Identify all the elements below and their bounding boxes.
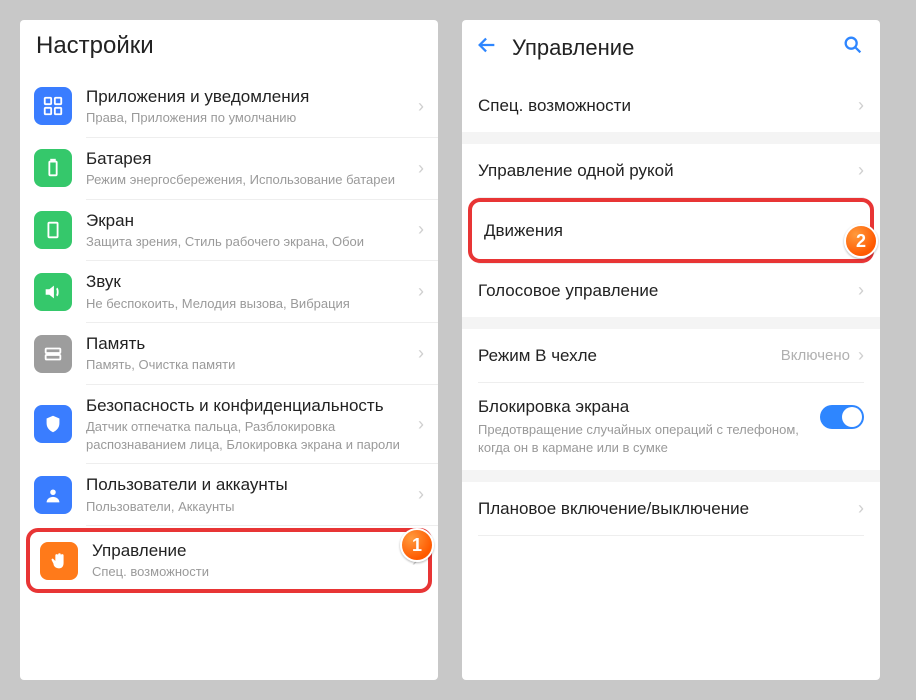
chevron-right-icon: › (858, 498, 864, 519)
shield-icon (34, 405, 72, 443)
row-scheduled[interactable]: Плановое включение/выключение › (462, 482, 880, 535)
display-icon (34, 211, 72, 249)
page-title: Управление (512, 35, 828, 61)
row-title: Батарея (86, 148, 400, 169)
settings-row-storage[interactable]: Память Память, Очистка памяти › (20, 323, 438, 384)
row-sub: Память, Очистка памяти (86, 356, 400, 374)
row-case-mode[interactable]: Режим В чехле Включено › (462, 329, 880, 382)
row-title: Режим В чехле (478, 346, 781, 366)
topbar: Управление (462, 20, 880, 79)
chevron-right-icon: › (418, 281, 424, 302)
settings-row-display[interactable]: Экран Защита зрения, Стиль рабочего экра… (20, 200, 438, 261)
back-button[interactable] (476, 34, 498, 61)
chevron-right-icon: › (418, 414, 424, 435)
row-sub: Режим энергосбережения, Использование ба… (86, 171, 400, 189)
apps-icon (34, 87, 72, 125)
row-motions[interactable]: Движения › (472, 202, 870, 259)
row-sub: Пользователи, Аккаунты (86, 498, 400, 516)
page-title: Настройки (20, 20, 438, 76)
row-one-hand[interactable]: Управление одной рукой › (462, 144, 880, 197)
settings-row-security[interactable]: Безопасность и конфиденциальность Датчик… (20, 385, 438, 463)
row-voice[interactable]: Голосовое управление › (462, 264, 880, 317)
highlight-box-2: Движения › 2 (468, 198, 874, 263)
sound-icon (34, 273, 72, 311)
settings-list: Приложения и уведомления Права, Приложен… (20, 76, 438, 680)
section-gap (462, 132, 880, 144)
settings-row-sound[interactable]: Звук Не беспокоить, Мелодия вызова, Вибр… (20, 261, 438, 322)
search-button[interactable] (842, 34, 864, 61)
settings-row-users[interactable]: Пользователи и аккаунты Пользователи, Ак… (20, 464, 438, 525)
storage-icon (34, 335, 72, 373)
row-sub: Защита зрения, Стиль рабочего экрана, Об… (86, 233, 400, 251)
row-value: Включено (781, 347, 850, 364)
chevron-right-icon: › (418, 343, 424, 364)
battery-icon (34, 149, 72, 187)
row-title: Движения (484, 221, 852, 241)
chevron-right-icon: › (858, 280, 864, 301)
row-sub: Права, Приложения по умолчанию (86, 109, 400, 127)
row-sub: Предотвращение случайных операций с теле… (478, 421, 820, 456)
chevron-right-icon: › (858, 160, 864, 181)
step-badge-2: 2 (844, 224, 878, 258)
chevron-right-icon: › (418, 484, 424, 505)
row-sub: Датчик отпечатка пальца, Разблокировка р… (86, 418, 400, 453)
chevron-right-icon: › (418, 158, 424, 179)
row-sub: Спец. возможности (92, 563, 394, 581)
row-title: Безопасность и конфиденциальность (86, 395, 400, 416)
row-title: Голосовое управление (478, 281, 858, 301)
step-badge-1: 1 (400, 528, 434, 562)
row-title: Память (86, 333, 400, 354)
section-gap (462, 317, 880, 329)
settings-screen: Настройки Приложения и уведомления Права… (20, 20, 438, 680)
hand-icon (40, 542, 78, 580)
row-title: Звук (86, 271, 400, 292)
management-screen: Управление Спец. возможности › Управлени… (462, 20, 880, 680)
row-title: Пользователи и аккаунты (86, 474, 400, 495)
highlight-box-1: Управление Спец. возможности › 1 (26, 528, 432, 593)
settings-row-management[interactable]: Управление Спец. возможности › (30, 532, 428, 589)
users-icon (34, 476, 72, 514)
row-title: Спец. возможности (478, 96, 858, 116)
row-title: Приложения и уведомления (86, 86, 400, 107)
section-gap (462, 470, 880, 482)
divider (478, 535, 864, 536)
row-sub: Не беспокоить, Мелодия вызова, Вибрация (86, 295, 400, 313)
settings-row-apps[interactable]: Приложения и уведомления Права, Приложен… (20, 76, 438, 137)
toggle-switch[interactable] (820, 405, 864, 429)
row-title: Экран (86, 210, 400, 231)
settings-row-battery[interactable]: Батарея Режим энергосбережения, Использо… (20, 138, 438, 199)
chevron-right-icon: › (858, 95, 864, 116)
divider (86, 525, 438, 526)
row-title: Плановое включение/выключение (478, 499, 858, 519)
row-screen-lock[interactable]: Блокировка экрана Предотвращение случайн… (462, 383, 880, 470)
row-accessibility[interactable]: Спец. возможности › (462, 79, 880, 132)
row-title: Блокировка экрана (478, 397, 820, 417)
chevron-right-icon: › (418, 219, 424, 240)
row-title: Управление одной рукой (478, 161, 858, 181)
row-title: Управление (92, 540, 394, 561)
chevron-right-icon: › (418, 96, 424, 117)
chevron-right-icon: › (858, 345, 864, 366)
